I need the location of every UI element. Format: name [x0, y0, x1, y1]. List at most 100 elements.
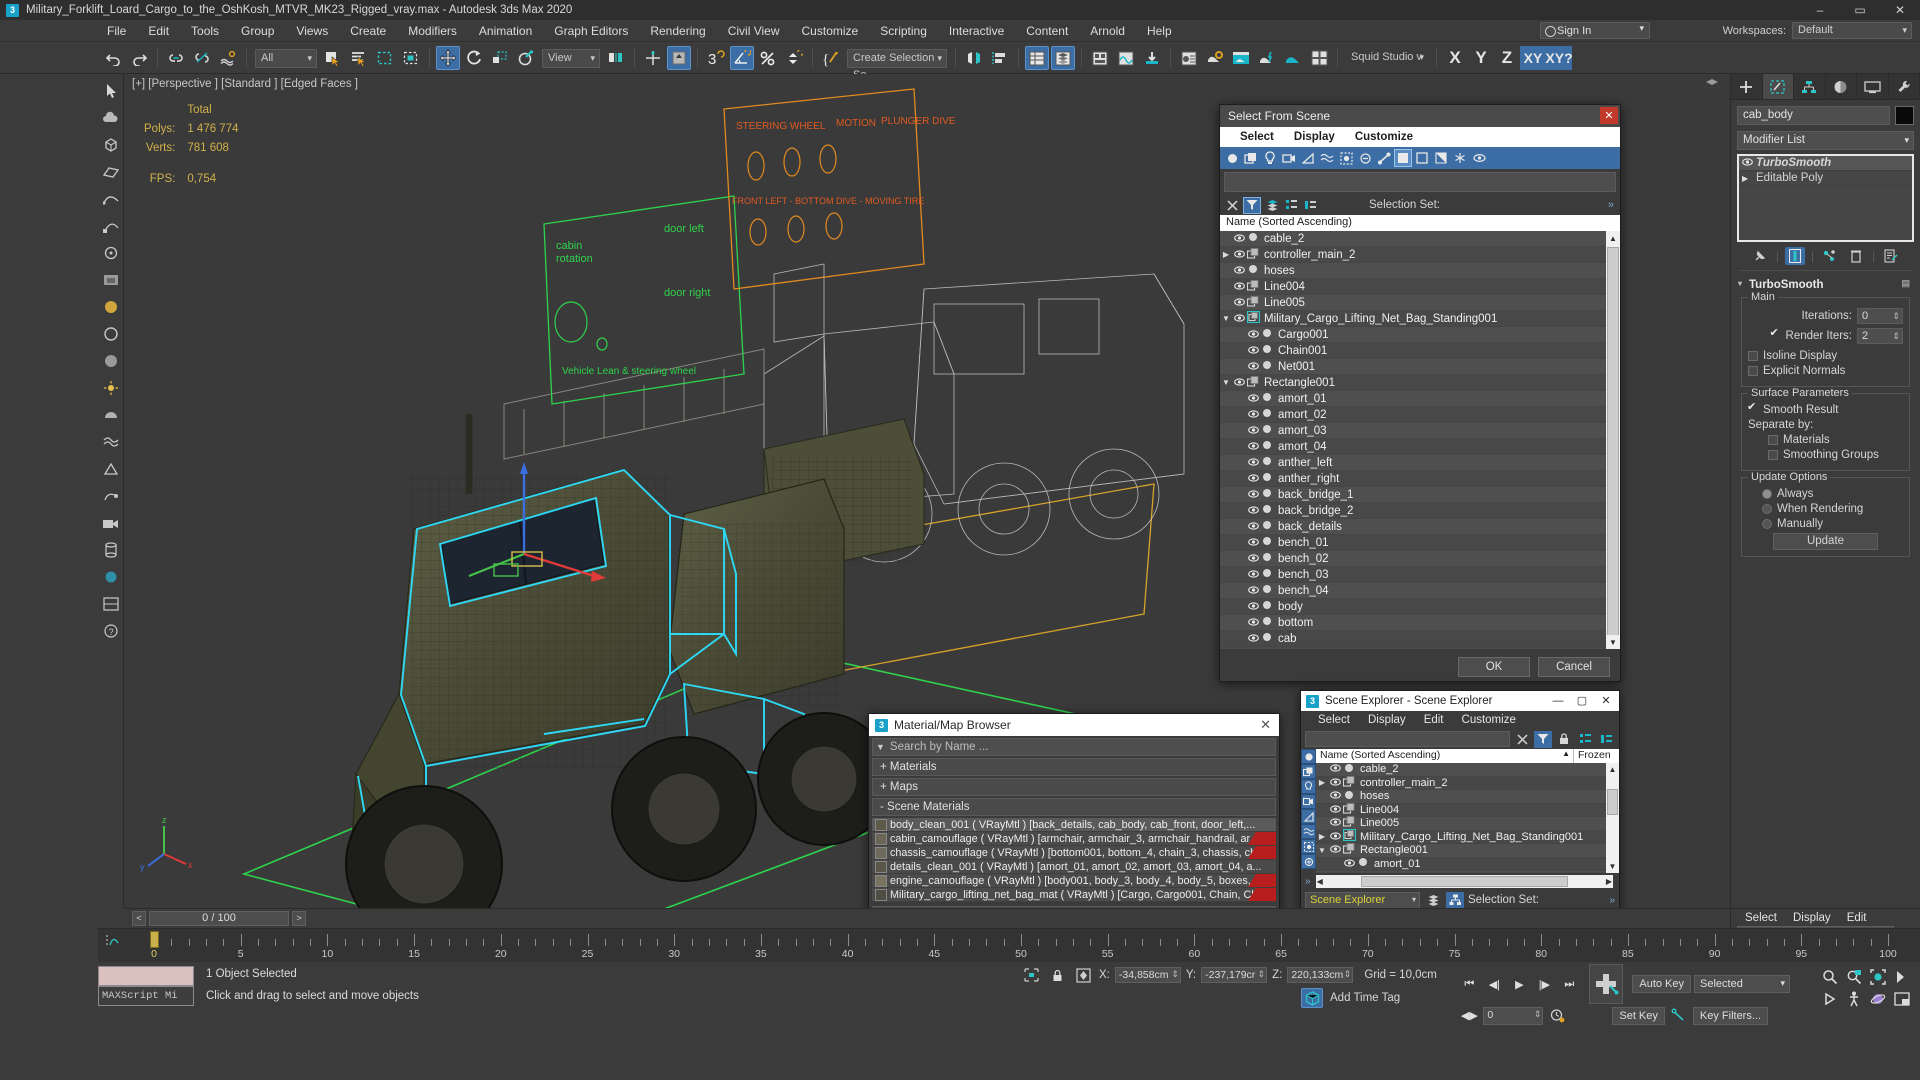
snaps-toggle-icon[interactable]: 3 — [704, 46, 728, 70]
select-and-manipulate-icon[interactable] — [667, 46, 691, 70]
tab-motion[interactable] — [1826, 74, 1857, 99]
isoline-display-checkbox[interactable]: Isoline Display — [1748, 350, 1903, 362]
filter-invert-icon[interactable] — [1432, 149, 1450, 167]
wave-modifier-icon[interactable] — [100, 431, 122, 453]
visibility-eye-icon[interactable] — [1232, 249, 1246, 261]
filter-spacewarps-icon[interactable] — [1318, 149, 1336, 167]
filter-geometry-icon[interactable] — [1301, 749, 1316, 764]
pin-stack-icon[interactable] — [1750, 247, 1770, 265]
filter-all-icon[interactable] — [1394, 149, 1412, 167]
tree-row[interactable]: amort_04 — [1220, 439, 1606, 455]
menu-item-customize[interactable]: Customize — [791, 20, 870, 42]
axis-x-button[interactable]: X — [1442, 46, 1468, 70]
menu-item-scripting[interactable]: Scripting — [869, 20, 938, 42]
cylinder-icon[interactable] — [100, 539, 122, 561]
layer-menu-select[interactable]: Select — [1745, 912, 1777, 924]
tab-create[interactable] — [1731, 74, 1763, 99]
pivot-icon[interactable] — [100, 242, 122, 264]
tree-row[interactable]: ▼ Military_Cargo_Lifting_Net_Bag_Standing… — [1220, 310, 1606, 327]
camera-icon[interactable] — [100, 512, 122, 534]
percent-snap-toggle-icon[interactable] — [756, 46, 780, 70]
time-slider-handle[interactable] — [150, 931, 159, 948]
tab-display[interactable] — [1857, 74, 1889, 99]
object-name-field[interactable]: cab_body — [1737, 106, 1890, 125]
light-icon[interactable] — [100, 377, 122, 399]
teal-circle-icon[interactable] — [100, 566, 122, 588]
close-icon[interactable]: ✕ — [1260, 717, 1271, 733]
sphere-object-icon[interactable] — [100, 296, 122, 318]
tree-row[interactable]: Line004 — [1316, 802, 1606, 817]
menu-item-content[interactable]: Content — [1015, 20, 1079, 42]
column-header-name[interactable]: Name (Sorted Ascending) — [1220, 215, 1620, 231]
track-bar[interactable]: 5 10 15 20 25 30 35 40 45 50 55 60 65 70 75 80 85 90 95 100… — [98, 928, 1920, 962]
lock-selection-icon[interactable] — [1048, 966, 1066, 984]
mirror-icon[interactable] — [962, 46, 986, 70]
explorer-scrollbar[interactable]: ▲ ▼ — [1606, 763, 1619, 873]
visibility-eye-icon[interactable] — [1232, 297, 1246, 309]
visibility-eye-icon[interactable] — [1246, 425, 1260, 437]
visibility-eye-icon[interactable] — [1328, 804, 1342, 816]
tree-row[interactable]: bench_03 — [1220, 567, 1606, 583]
tree-row[interactable]: hoses — [1316, 790, 1606, 804]
maximize-viewport-icon[interactable] — [1890, 988, 1914, 1010]
visibility-eye-icon[interactable] — [1246, 473, 1260, 485]
tree-row[interactable]: bench_02 — [1220, 551, 1606, 567]
search-input[interactable]: Search by Name ... — [890, 741, 988, 753]
render-preset-combo[interactable]: Squid Studio v — [1346, 49, 1428, 68]
explorer-menu-edit[interactable]: Edit — [1415, 714, 1453, 726]
close-icon[interactable]: ✕ — [1600, 107, 1618, 124]
close-icon[interactable]: ✕ — [1880, 0, 1920, 20]
menu-item-tools[interactable]: Tools — [180, 20, 230, 42]
next-frame-icon[interactable]: |▶ — [1533, 975, 1555, 994]
column-header-name[interactable]: Name (Sorted Ascending) ▲ — [1316, 749, 1573, 763]
maps-section-header[interactable]: + Maps — [872, 778, 1276, 796]
collapse-all-icon[interactable] — [1597, 731, 1615, 748]
modifier-stack-item[interactable]: TurboSmooth — [1739, 156, 1912, 171]
minimize-icon[interactable]: – — [1800, 0, 1840, 20]
visibility-eye-icon[interactable] — [1246, 505, 1260, 517]
open-mini-curve-editor-icon[interactable] — [104, 932, 122, 950]
clear-search-icon[interactable] — [1513, 731, 1531, 748]
menu-item-edit[interactable]: Edit — [137, 20, 180, 42]
surface-icon[interactable] — [100, 269, 122, 291]
explorer-tree-grid[interactable]: Name (Sorted Ascending) ▲ Frozen cable_2… — [1316, 749, 1619, 873]
hemisphere-icon[interactable] — [100, 404, 122, 426]
walk-through-icon[interactable] — [1842, 988, 1866, 1010]
add-time-tag-label[interactable]: Add Time Tag — [1330, 992, 1400, 1004]
select-arrow-icon[interactable] — [100, 80, 122, 102]
tree-row[interactable]: amort_01 — [1316, 857, 1606, 871]
dialog-menu-display[interactable]: Display — [1284, 131, 1345, 143]
tree-row[interactable]: hoses — [1220, 263, 1606, 279]
sort-layers-icon[interactable] — [1264, 197, 1280, 213]
expand-icon[interactable]: » — [1609, 895, 1615, 906]
rectangular-selection-region-icon[interactable] — [373, 46, 397, 70]
path-constraint-icon[interactable] — [100, 485, 122, 507]
zoom-region-icon[interactable] — [1890, 966, 1914, 988]
expand-all-icon[interactable] — [1576, 731, 1594, 748]
coord-y-field[interactable]: -237,179cr — [1201, 967, 1268, 983]
listener-input-field[interactable]: MAXScript Mi — [98, 986, 194, 1006]
filter-toggle-icon[interactable] — [1243, 196, 1261, 214]
viewcube-icon[interactable] — [1704, 78, 1720, 90]
menu-item-views[interactable]: Views — [285, 20, 339, 42]
ok-button[interactable]: OK — [1458, 657, 1530, 677]
cancel-button[interactable]: Cancel — [1538, 657, 1610, 677]
go-to-end-icon[interactable]: ⏭ — [1558, 975, 1580, 994]
prev-frame-button[interactable]: < — [132, 911, 146, 926]
filter-helpers-icon[interactable] — [1299, 149, 1317, 167]
absolute-relative-mode-icon[interactable] — [1073, 966, 1093, 984]
axis-z-button[interactable]: Z — [1494, 46, 1520, 70]
select-object-icon[interactable] — [321, 46, 345, 70]
tree-row[interactable]: anther_left — [1220, 455, 1606, 471]
plane-object-icon[interactable] — [100, 161, 122, 183]
visibility-eye-icon[interactable] — [1246, 521, 1260, 533]
smoothing-groups-checkbox[interactable]: Smoothing Groups — [1748, 449, 1903, 461]
tree-row[interactable]: bench_01 — [1220, 535, 1606, 551]
filter-groups-icon[interactable] — [1337, 149, 1355, 167]
bind-to-space-warp-icon[interactable] — [216, 46, 240, 70]
tree-row[interactable]: ▼ Rectangle001 — [1316, 843, 1606, 858]
horizontal-scrollbar[interactable]: ◀ ▶ — [1315, 875, 1613, 888]
explicit-normals-checkbox[interactable]: Explicit Normals — [1748, 365, 1903, 377]
menu-item-arnold[interactable]: Arnold — [1079, 20, 1136, 42]
menu-item-modifiers[interactable]: Modifiers — [397, 20, 468, 42]
